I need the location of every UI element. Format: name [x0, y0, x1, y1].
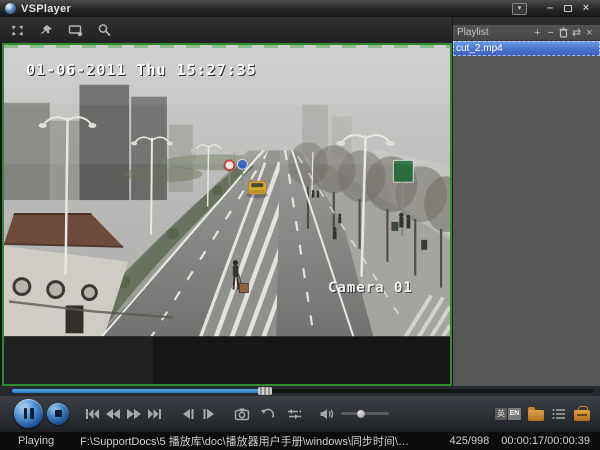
window-title: VSPlayer — [21, 3, 71, 15]
fullscreen-button[interactable] — [4, 20, 30, 40]
playlist-item-selected[interactable]: cut_2.mp4 — [453, 41, 600, 56]
step-settings-button[interactable] — [283, 403, 304, 425]
next-file-button[interactable] — [144, 403, 165, 425]
volume-handle[interactable] — [357, 410, 365, 418]
minimize-button[interactable]: – — [541, 1, 559, 16]
playlist-title: Playlist — [457, 27, 531, 38]
title-bar: VSPlayer ▾ – × — [0, 0, 600, 17]
playlist-panel: Playlist + − ⇄ × cut_2.mp4 — [452, 17, 600, 386]
pause-icon — [24, 408, 34, 419]
digital-zoom-button[interactable] — [91, 20, 117, 40]
file-path: F:\SupportDocs\5 播放库\doc\播放器用户手册\windows… — [80, 433, 410, 449]
app-logo-icon — [5, 3, 16, 14]
always-on-top-button[interactable] — [33, 20, 59, 40]
capture-button[interactable] — [231, 403, 252, 425]
trash-icon — [559, 27, 568, 38]
fast-forward-button[interactable] — [123, 403, 144, 425]
toolbar — [0, 17, 452, 43]
video-frame-scene — [4, 45, 450, 384]
volume-button[interactable] — [316, 403, 337, 425]
pause-button[interactable] — [14, 399, 43, 428]
close-button[interactable]: × — [577, 1, 595, 16]
previous-file-icon — [84, 407, 100, 421]
next-file-icon — [147, 407, 163, 421]
frame-forward-icon — [202, 407, 216, 421]
adjust-arrows-icon — [285, 407, 302, 421]
rewind-button[interactable] — [102, 403, 123, 425]
playlist-panel-top-gap — [453, 17, 600, 25]
stop-icon — [55, 410, 62, 417]
status-bar: Playing F:\SupportDocs\5 播放库\doc\播放器用户手册… — [0, 431, 600, 450]
time-counter: 00:00:17/00:00:39 — [501, 435, 590, 447]
undo-arrow-icon — [260, 407, 275, 421]
snapshot-button[interactable] — [62, 20, 88, 40]
video-timestamp-overlay: 01-06-2011 Thu 15:27:35 — [26, 61, 257, 79]
flip-button[interactable] — [257, 403, 278, 425]
playlist-reorder-button[interactable]: ⇄ — [570, 26, 583, 40]
frame-back-icon — [181, 407, 195, 421]
progress-fill — [12, 389, 265, 393]
language-toggle[interactable]: 英 EN — [495, 408, 521, 420]
camera-name-overlay: Camera 01 — [328, 280, 413, 296]
frame-forward-button[interactable] — [198, 403, 219, 425]
playlist-toggle-button[interactable] — [551, 403, 567, 425]
maximize-button[interactable] — [559, 1, 577, 17]
playlist-delete-all-button[interactable] — [557, 26, 570, 40]
rewind-icon — [105, 407, 121, 421]
vsplayer-window: VSPlayer ▾ – × — [0, 0, 600, 450]
playlist-header: Playlist + − ⇄ × — [453, 25, 600, 41]
volume-slider[interactable] — [341, 412, 389, 415]
progress-row — [0, 386, 600, 396]
playlist-close-button[interactable]: × — [583, 26, 596, 40]
frame-counter: 425/998 — [450, 435, 490, 447]
fullscreen-icon — [10, 24, 25, 37]
playback-controls: 英 EN — [0, 396, 600, 431]
osd-green-artifact — [4, 45, 450, 48]
camera-icon — [234, 407, 250, 421]
progress-track[interactable] — [12, 389, 593, 393]
playlist-add-button[interactable]: + — [531, 26, 544, 40]
minimize-to-tray-button[interactable]: ▾ — [512, 3, 527, 15]
progress-handle[interactable] — [258, 387, 272, 395]
fast-forward-icon — [126, 407, 142, 421]
snapshot-icon — [68, 24, 83, 37]
speaker-icon — [319, 407, 335, 421]
toolbox-button[interactable] — [574, 410, 590, 421]
language-en-icon: EN — [508, 408, 521, 420]
playlist-remove-button[interactable]: − — [544, 26, 557, 40]
stop-button[interactable] — [47, 403, 69, 425]
language-cn-icon: 英 — [495, 408, 507, 420]
open-file-button[interactable] — [528, 410, 544, 421]
pin-icon — [39, 24, 53, 37]
magnifier-icon — [97, 23, 111, 37]
playback-state: Playing — [18, 435, 54, 447]
frame-back-button[interactable] — [177, 403, 198, 425]
video-display[interactable]: 01-06-2011 Thu 15:27:35 Camera 01 — [2, 43, 452, 386]
previous-file-button[interactable] — [81, 403, 102, 425]
list-icon — [552, 408, 566, 420]
